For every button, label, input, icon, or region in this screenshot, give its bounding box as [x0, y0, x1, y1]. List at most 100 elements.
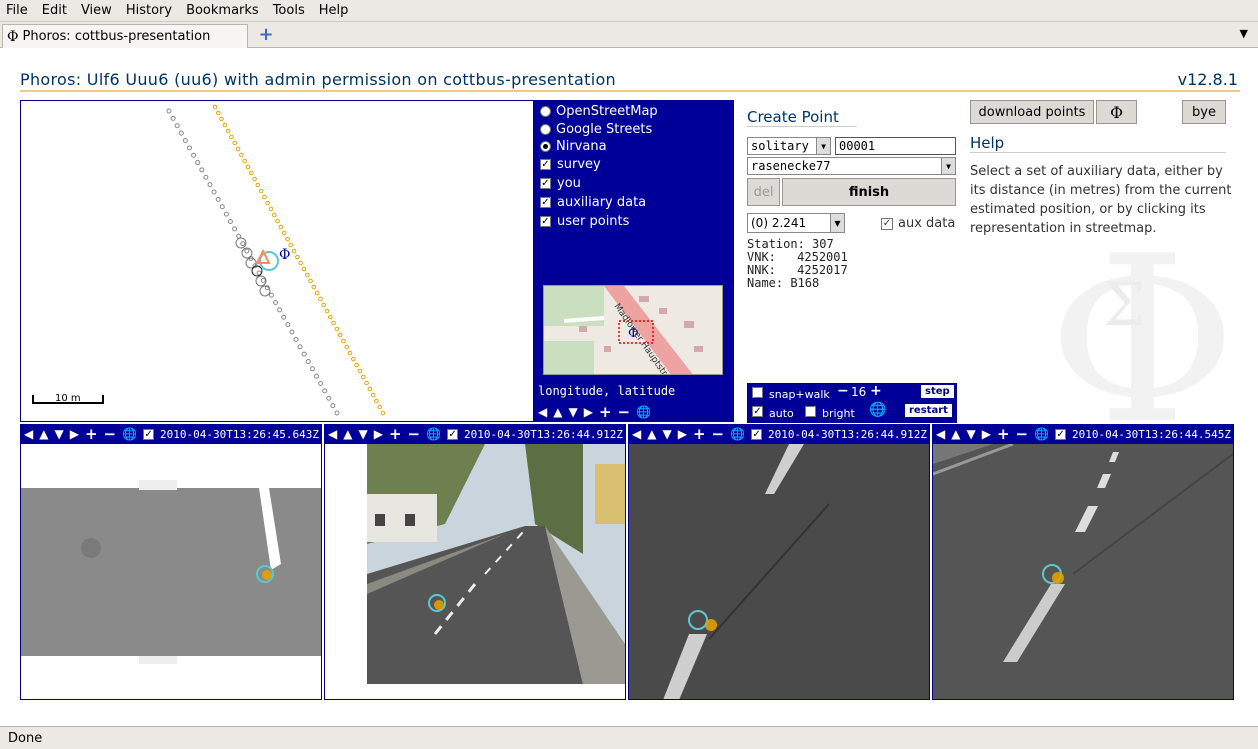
- survey-point[interactable]: [191, 152, 197, 158]
- aux-data-point[interactable]: [285, 236, 290, 242]
- survey-point[interactable]: [178, 130, 184, 136]
- survey-point[interactable]: [318, 381, 324, 387]
- aux-data-point[interactable]: [222, 122, 228, 128]
- radio-icon[interactable]: [540, 124, 551, 135]
- aux-data-point[interactable]: [311, 284, 317, 290]
- survey-point[interactable]: [330, 403, 336, 409]
- survey-point[interactable]: [195, 160, 201, 166]
- survey-point[interactable]: [285, 322, 291, 328]
- image-view[interactable]: [324, 444, 626, 700]
- aux-data-point[interactable]: [324, 308, 330, 314]
- survey-point[interactable]: [289, 329, 295, 335]
- survey-point[interactable]: [240, 241, 246, 247]
- aux-data-point[interactable]: [347, 350, 353, 356]
- pan-up-icon[interactable]: ▲: [343, 427, 352, 441]
- new-tab-plus-icon[interactable]: +: [256, 26, 276, 44]
- delete-button[interactable]: del: [747, 178, 780, 206]
- zoom-out-icon[interactable]: −: [1016, 425, 1029, 443]
- survey-point[interactable]: [174, 123, 180, 129]
- checkbox-icon[interactable]: ✓: [540, 178, 551, 189]
- streetmap[interactable]: Φ 10 m: [20, 100, 534, 422]
- point-kind-select[interactable]: solitary ▼: [747, 137, 831, 155]
- aux-data-point[interactable]: [308, 278, 313, 284]
- pan-right-icon[interactable]: ▶: [70, 427, 79, 441]
- pan-up-icon[interactable]: ▲: [951, 427, 960, 441]
- aux-data-point[interactable]: [235, 146, 241, 152]
- aux-data-point[interactable]: [225, 128, 231, 134]
- aux-data-point[interactable]: [242, 158, 247, 164]
- pan-down-icon[interactable]: ▼: [966, 427, 975, 441]
- aux-data-point[interactable]: [367, 386, 373, 392]
- zoom-out-icon[interactable]: −: [712, 425, 725, 443]
- zoom-in-icon[interactable]: +: [693, 425, 706, 443]
- radio-icon[interactable]: [540, 106, 551, 117]
- tab-list-dropdown-icon[interactable]: ▼: [1240, 27, 1248, 40]
- survey-point[interactable]: [293, 336, 299, 342]
- show-checkbox[interactable]: ✓: [447, 428, 459, 440]
- bye-button[interactable]: bye: [1182, 100, 1226, 124]
- survey-point[interactable]: [207, 182, 213, 188]
- menu-bookmarks[interactable]: Bookmarks: [186, 3, 259, 18]
- globe-icon[interactable]: 🌐: [122, 427, 137, 441]
- survey-point[interactable]: [244, 248, 250, 254]
- layer-auxiliary-data[interactable]: ✓ auxiliary data: [540, 195, 646, 210]
- finish-button[interactable]: finish: [782, 178, 956, 206]
- layer-survey[interactable]: ✓ survey: [540, 157, 601, 172]
- survey-point[interactable]: [281, 314, 287, 320]
- aux-data-point[interactable]: [360, 374, 366, 380]
- aux-data-point[interactable]: [370, 392, 376, 398]
- survey-point[interactable]: [305, 358, 311, 364]
- menu-help[interactable]: Help: [319, 3, 349, 18]
- zoom-in-icon[interactable]: +: [997, 425, 1010, 443]
- pan-up-icon[interactable]: ▲: [647, 427, 656, 441]
- aux-data-point[interactable]: [219, 116, 224, 122]
- phi-button[interactable]: Φ: [1096, 100, 1137, 124]
- aux-data-point[interactable]: [278, 224, 284, 230]
- survey-point[interactable]: [186, 145, 192, 151]
- step-decrease-icon[interactable]: −: [837, 383, 849, 399]
- aux-data-point[interactable]: [212, 104, 218, 110]
- aux-data-point[interactable]: [248, 170, 254, 176]
- aux-data-point[interactable]: [321, 302, 327, 308]
- survey-point[interactable]: [277, 307, 283, 313]
- pan-right-icon[interactable]: ▶: [982, 427, 991, 441]
- aux-data-point[interactable]: [374, 398, 379, 404]
- pan-left-icon[interactable]: ◀: [936, 427, 945, 441]
- globe-icon[interactable]: 🌐: [869, 402, 886, 418]
- zoom-in-icon[interactable]: +: [85, 425, 98, 443]
- survey-point[interactable]: [203, 174, 209, 180]
- aux-data-point[interactable]: [344, 344, 350, 350]
- pan-left-icon[interactable]: ◀: [632, 427, 641, 441]
- survey-point[interactable]: [326, 395, 332, 401]
- snap-walk-checkbox[interactable]: [752, 387, 763, 398]
- survey-point[interactable]: [215, 196, 221, 202]
- checkbox-icon[interactable]: ✓: [540, 216, 551, 227]
- aux-data-point[interactable]: [271, 212, 277, 218]
- aux-data-point[interactable]: [265, 200, 271, 206]
- aux-data-point[interactable]: [334, 326, 340, 332]
- pan-left-icon[interactable]: ◀: [538, 405, 547, 419]
- globe-icon[interactable]: 🌐: [636, 405, 651, 419]
- checkbox-icon[interactable]: ✓: [540, 197, 551, 208]
- show-checkbox[interactable]: ✓: [143, 428, 155, 440]
- pan-down-icon[interactable]: ▼: [568, 405, 577, 419]
- survey-point[interactable]: [334, 410, 340, 416]
- description-select[interactable]: rasenecke77 ▼: [747, 157, 956, 175]
- survey-point[interactable]: [223, 211, 229, 217]
- aux-data-point[interactable]: [341, 338, 346, 344]
- pan-up-icon[interactable]: ▲: [553, 405, 562, 419]
- zoom-out-icon[interactable]: −: [104, 425, 117, 443]
- streetmap-canvas[interactable]: Φ 10 m: [21, 101, 533, 421]
- browser-tab[interactable]: Φ Phoros: cottbus-presentation: [2, 24, 248, 48]
- pan-right-icon[interactable]: ▶: [374, 427, 383, 441]
- survey-point[interactable]: [227, 218, 233, 224]
- step-button[interactable]: step: [921, 385, 954, 398]
- step-increase-icon[interactable]: +: [870, 383, 882, 399]
- zoom-out-icon[interactable]: −: [408, 425, 421, 443]
- aux-data-point[interactable]: [232, 140, 238, 146]
- layer-google-streets[interactable]: Google Streets: [540, 122, 652, 137]
- aux-data-point[interactable]: [331, 320, 336, 326]
- aux-data-point[interactable]: [298, 260, 303, 266]
- aux-data-point[interactable]: [258, 188, 264, 194]
- layer-you[interactable]: ✓ you: [540, 176, 581, 191]
